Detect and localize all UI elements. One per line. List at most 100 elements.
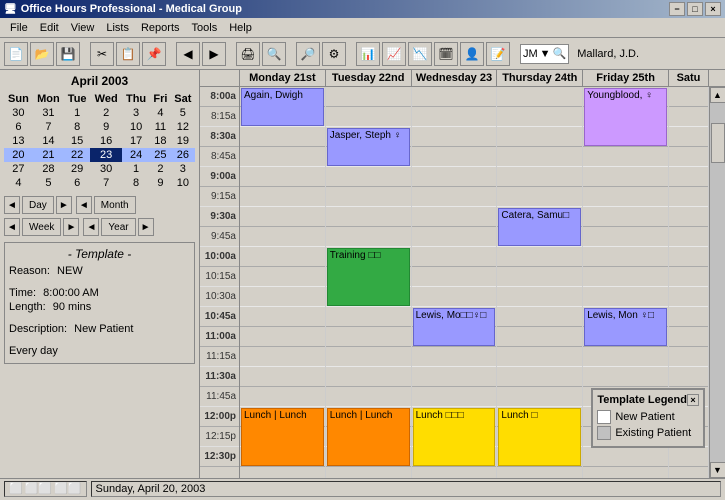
month-prev-button[interactable]: ◄	[76, 196, 92, 214]
cal-day-cell[interactable]: 15	[64, 134, 90, 148]
day-cell-0-15[interactable]	[240, 387, 325, 407]
legend-close-button[interactable]: ×	[687, 394, 699, 406]
appointment-10[interactable]: Lunch □	[498, 408, 581, 466]
day-cell-1-6[interactable]	[326, 207, 411, 227]
day-cell-2-1[interactable]	[412, 107, 497, 127]
day-cell-5-1[interactable]	[669, 107, 708, 127]
cal-day-cell[interactable]: 9	[150, 176, 171, 190]
open-button[interactable]: 📂	[30, 42, 54, 66]
day-cell-5-9[interactable]	[669, 267, 708, 287]
day-cell-1-12[interactable]	[326, 327, 411, 347]
menu-file[interactable]: File	[4, 20, 34, 36]
year-next-button[interactable]: ►	[138, 218, 154, 236]
cal-day-cell[interactable]: 30	[4, 106, 33, 120]
day-cell-5-0[interactable]	[669, 87, 708, 107]
day-col-1[interactable]: Jasper, Steph ♀Training □□Lunch | Lunch	[326, 87, 412, 478]
menu-reports[interactable]: Reports	[135, 20, 186, 36]
day-cell-1-4[interactable]	[326, 167, 411, 187]
day-cell-5-6[interactable]	[669, 207, 708, 227]
week-next-button[interactable]: ►	[63, 218, 79, 236]
day-cell-3-0[interactable]	[497, 87, 582, 107]
day-cell-4-18[interactable]	[583, 447, 668, 467]
cal-day-cell[interactable]: 11	[150, 120, 171, 134]
day-cell-4-13[interactable]	[583, 347, 668, 367]
cal-day-cell[interactable]: 8	[64, 120, 90, 134]
day-cell-1-5[interactable]	[326, 187, 411, 207]
day-cell-2-8[interactable]	[412, 247, 497, 267]
appointment-7[interactable]: Lunch | Lunch	[241, 408, 324, 466]
menu-edit[interactable]: Edit	[34, 20, 65, 36]
cal-day-cell[interactable]: 3	[122, 106, 150, 120]
day-cell-5-3[interactable]	[669, 147, 708, 167]
cal-day-cell[interactable]: 18	[150, 134, 171, 148]
cal-day-cell[interactable]: 23	[90, 148, 122, 162]
cal-day-cell[interactable]: 12	[171, 120, 195, 134]
cal-day-cell[interactable]: 10	[171, 176, 195, 190]
day-cell-5-7[interactable]	[669, 227, 708, 247]
scroll-down[interactable]: ▼	[710, 462, 725, 478]
year-button[interactable]: Year	[101, 218, 135, 236]
day-cell-3-10[interactable]	[497, 287, 582, 307]
day-cell-3-3[interactable]	[497, 147, 582, 167]
day-cell-5-8[interactable]	[669, 247, 708, 267]
day-cell-3-4[interactable]	[497, 167, 582, 187]
day-cell-3-8[interactable]	[497, 247, 582, 267]
cal-day-cell[interactable]: 3	[171, 162, 195, 176]
day-cell-2-2[interactable]	[412, 127, 497, 147]
day-cell-0-10[interactable]	[240, 287, 325, 307]
appointment-3[interactable]: Catera, Samu□	[498, 208, 581, 246]
day-cell-2-4[interactable]	[412, 167, 497, 187]
cal-day-cell[interactable]: 24	[122, 148, 150, 162]
day-cell-1-0[interactable]	[326, 87, 411, 107]
day-cell-2-10[interactable]	[412, 287, 497, 307]
cal-day-cell[interactable]: 16	[90, 134, 122, 148]
day-col-3[interactable]: Catera, Samu□ Lunch □	[497, 87, 583, 478]
appointment-1[interactable]: Jasper, Steph ♀	[327, 128, 410, 166]
cal-day-cell[interactable]: 19	[171, 134, 195, 148]
day-cell-4-3[interactable]	[583, 147, 668, 167]
cal-day-cell[interactable]: 2	[150, 162, 171, 176]
cal-day-cell[interactable]: 1	[64, 106, 90, 120]
day-cell-5-5[interactable]	[669, 187, 708, 207]
day-cell-0-6[interactable]	[240, 207, 325, 227]
cal-day-cell[interactable]: 10	[122, 120, 150, 134]
day-cell-0-14[interactable]	[240, 367, 325, 387]
menu-help[interactable]: Help	[223, 20, 258, 36]
cal-day-cell[interactable]: 17	[122, 134, 150, 148]
year-prev-button[interactable]: ◄	[83, 218, 99, 236]
save-button[interactable]: 💾	[56, 42, 80, 66]
cal-day-cell[interactable]: 31	[33, 106, 64, 120]
day-cell-4-7[interactable]	[583, 227, 668, 247]
day-cell-5-14[interactable]	[669, 367, 708, 387]
day-cell-0-7[interactable]	[240, 227, 325, 247]
week-prev-button[interactable]: ◄	[4, 218, 20, 236]
cut-button[interactable]: ✂	[90, 42, 114, 66]
tool8[interactable]: 📈	[382, 42, 406, 66]
day-cell-0-8[interactable]	[240, 247, 325, 267]
day-col-2[interactable]: Lewis, Mo□□♀□Lunch □□□	[412, 87, 498, 478]
cal-day-cell[interactable]: 4	[150, 106, 171, 120]
day-col-0[interactable]: Again, Dwigh Lunch | Lunch	[240, 87, 326, 478]
settings-button[interactable]: ⚙	[322, 42, 346, 66]
tool7[interactable]: 📊	[356, 42, 380, 66]
cal-day-cell[interactable]: 14	[33, 134, 64, 148]
appointment-0[interactable]: Again, Dwigh	[241, 88, 324, 126]
day-cell-4-9[interactable]	[583, 267, 668, 287]
copy-button[interactable]: 📋	[116, 42, 140, 66]
day-cell-3-11[interactable]	[497, 307, 582, 327]
day-cell-1-11[interactable]	[326, 307, 411, 327]
day-cell-2-3[interactable]	[412, 147, 497, 167]
day-prev-button[interactable]: ◄	[4, 196, 20, 214]
day-cell-4-5[interactable]	[583, 187, 668, 207]
cal-day-cell[interactable]: 27	[4, 162, 33, 176]
cal-day-cell[interactable]: 30	[90, 162, 122, 176]
paste-button[interactable]: 📌	[142, 42, 166, 66]
day-cell-0-9[interactable]	[240, 267, 325, 287]
cal-day-cell[interactable]: 22	[64, 148, 90, 162]
cal-day-cell[interactable]: 5	[171, 106, 195, 120]
day-cell-5-2[interactable]	[669, 127, 708, 147]
combo-arrow[interactable]: ▼	[540, 48, 551, 60]
preview-button[interactable]: 🔍	[262, 42, 286, 66]
cal-day-cell[interactable]: 28	[33, 162, 64, 176]
menu-lists[interactable]: Lists	[100, 20, 135, 36]
